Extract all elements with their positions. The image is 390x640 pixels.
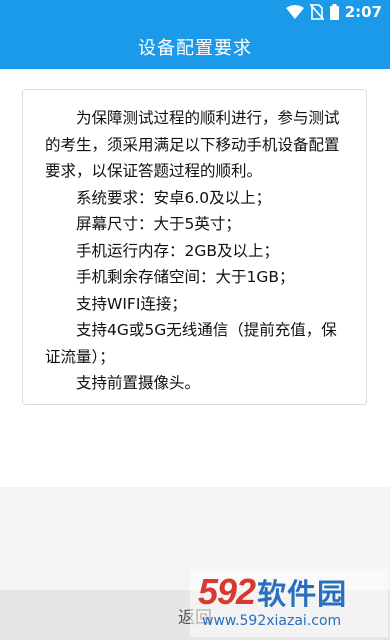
status-icons: 2:07 <box>285 0 382 24</box>
requirement-item: 支持4G或5G无线通信（提前充值，保证流量）； <box>45 321 337 366</box>
watermark-url: www.592xiazai.com <box>202 613 342 629</box>
battery-icon <box>329 4 339 20</box>
requirement-item: 手机运行内存：2GB及以上； <box>76 241 280 260</box>
requirement-item: 支持WIFI连接； <box>76 294 187 313</box>
intro-text: 为保障测试过程的顺利进行，参与测试的考生，须采用满足以下移动手机设备配置要求，以… <box>45 109 340 180</box>
page-title: 设备配置要求 <box>138 37 252 59</box>
requirement-item: 系统要求：安卓6.0及以上； <box>76 188 272 207</box>
watermark-title: 592 软件园 <box>198 571 347 613</box>
requirement-item: 手机剩余存储空间：大于1GB； <box>76 268 295 286</box>
no-sim-icon <box>309 4 324 20</box>
requirement-item: 支持前置摄像头。 <box>76 374 201 392</box>
app-header: 设备配置要求 <box>0 24 390 69</box>
status-bar: 2:07 <box>0 0 390 24</box>
watermark-brand: 软件园 <box>257 579 348 611</box>
content-area: 为保障测试过程的顺利进行，参与测试的考生，须采用满足以下移动手机设备配置要求，以… <box>0 69 390 487</box>
requirement-item: 屏幕尺寸：大于5英寸； <box>76 215 241 233</box>
watermark-logo: 592 软件园 www.592xiazai.com <box>190 569 388 637</box>
requirements-card: 为保障测试过程的顺利进行，参与测试的考生，须采用满足以下移动手机设备配置要求，以… <box>22 89 367 405</box>
status-time: 2:07 <box>344 3 382 21</box>
wifi-icon <box>285 5 304 19</box>
watermark-number: 592 <box>198 571 256 612</box>
